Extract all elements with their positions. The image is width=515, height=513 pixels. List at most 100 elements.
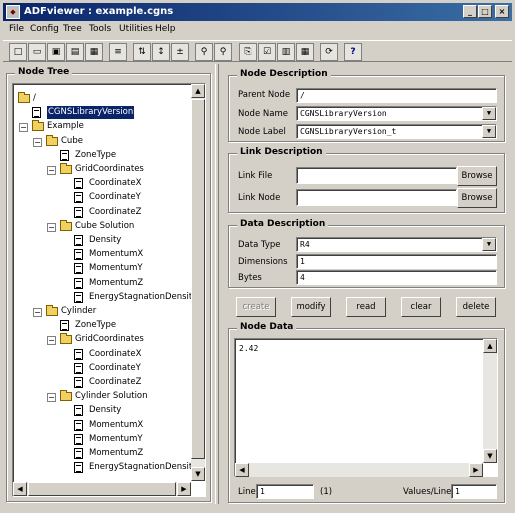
tree-row[interactable]: CoordinateZ: [13, 376, 189, 389]
tree-row[interactable]: MomentumX: [13, 248, 189, 261]
modify-button[interactable]: modify: [291, 297, 331, 317]
line-field[interactable]: 1: [256, 484, 314, 499]
node-data-vscrollbar[interactable]: ▲ ▼: [483, 339, 497, 463]
tree-row[interactable]: MomentumY: [13, 433, 189, 446]
find-next-icon[interactable]: ⚲: [214, 43, 232, 61]
node-tree-view[interactable]: / CGNSLibraryVersion − Example − Cube ZoneType…: [12, 83, 206, 497]
menu-tree[interactable]: Tree: [63, 24, 82, 34]
tree-row[interactable]: CGNSLibraryVersion: [13, 106, 189, 120]
tree-row[interactable]: − Cube: [13, 134, 189, 148]
minimize-button[interactable]: _: [463, 5, 477, 18]
document-icon: [74, 277, 83, 289]
grid-icon[interactable]: ▦: [296, 43, 314, 61]
plot-icon[interactable]: ▥: [277, 43, 295, 61]
bytes-field[interactable]: 4: [296, 270, 497, 285]
tree-row[interactable]: − GridCoordinates: [13, 163, 189, 176]
tree-row[interactable]: MomentumZ: [13, 447, 189, 460]
create-button[interactable]: create: [236, 297, 276, 317]
new-file-icon[interactable]: □: [9, 43, 27, 61]
tree-scroll-up-button[interactable]: ▲: [191, 84, 205, 98]
collapse-toggle-icon[interactable]: −: [47, 166, 56, 175]
tree-row-label: MomentumX: [89, 419, 144, 430]
node-label-dropdown-icon[interactable]: ▼: [482, 125, 496, 138]
link-file-browse-button[interactable]: Browse: [457, 166, 497, 186]
tree-scroll-right-button[interactable]: ▶: [177, 482, 191, 496]
open-file-icon[interactable]: ▭: [28, 43, 46, 61]
read-button[interactable]: read: [346, 297, 386, 317]
node-data-text-area[interactable]: 2.42 ▲ ▼ ◀ ▶: [234, 338, 498, 477]
tree-row[interactable]: EnergyStagnationDensity: [13, 291, 197, 304]
tree-hscroll-thumb[interactable]: [28, 482, 176, 496]
tree-scroll-left-button[interactable]: ◀: [13, 482, 27, 496]
tree-vscrollbar[interactable]: ▲ ▼: [191, 84, 205, 481]
tree-scroll-down-button[interactable]: ▼: [191, 467, 205, 481]
move-node-icon[interactable]: ↕: [152, 43, 170, 61]
tree-row[interactable]: CoordinateX: [13, 348, 189, 361]
maximize-button[interactable]: □: [478, 5, 492, 18]
data-type-dropdown-icon[interactable]: ▼: [482, 238, 496, 251]
menu-config[interactable]: Config: [30, 24, 59, 34]
check-icon[interactable]: ☑: [258, 43, 276, 61]
tree-row[interactable]: − Cylinder: [13, 305, 189, 318]
tree-row[interactable]: − Cylinder Solution: [13, 390, 189, 403]
line-label: Line: [238, 487, 256, 497]
tree-row[interactable]: − Example: [13, 120, 189, 133]
menu-tools[interactable]: Tools: [89, 24, 111, 34]
refresh-icon[interactable]: ⟳: [320, 43, 338, 61]
tree-row[interactable]: − Cube Solution: [13, 219, 189, 233]
tree-row[interactable]: MomentumY: [13, 262, 189, 275]
pane-splitter[interactable]: [215, 64, 219, 504]
tree-scroll-thumb[interactable]: [191, 99, 205, 459]
menu-utilities[interactable]: Utilities: [119, 24, 153, 34]
dimensions-field[interactable]: 1: [296, 254, 497, 269]
data-scroll-down-button[interactable]: ▼: [483, 449, 497, 463]
delete-button[interactable]: delete: [456, 297, 496, 317]
menu-help[interactable]: Help: [155, 24, 176, 34]
collapse-toggle-icon[interactable]: −: [33, 308, 42, 317]
find-icon[interactable]: ⚲: [195, 43, 213, 61]
tree-row[interactable]: CoordinateX: [13, 177, 189, 190]
copy-node-icon[interactable]: ⎘: [239, 43, 257, 61]
collapse-toggle-icon[interactable]: −: [19, 123, 28, 133]
menu-file[interactable]: File: [9, 24, 24, 34]
tree-row[interactable]: − GridCoordinates: [13, 333, 189, 346]
link-node-field[interactable]: [296, 189, 457, 206]
properties-icon[interactable]: ▦: [85, 43, 103, 61]
tree-row[interactable]: MomentumX: [13, 419, 189, 432]
collapse-toggle-icon[interactable]: −: [33, 137, 42, 147]
list-view-icon[interactable]: ≡: [109, 43, 127, 61]
close-button[interactable]: ×: [495, 5, 509, 18]
data-type-combo[interactable]: R4 ▼: [296, 237, 497, 252]
link-file-field[interactable]: [296, 167, 457, 184]
tree-row[interactable]: CoordinateY: [13, 362, 189, 375]
collapse-toggle-icon[interactable]: −: [47, 222, 56, 232]
tree-row[interactable]: EnergyStagnationDensity: [13, 461, 197, 474]
tree-row[interactable]: ZoneType: [13, 149, 189, 162]
node-data-hscrollbar[interactable]: ◀ ▶: [235, 463, 483, 477]
help-icon[interactable]: ?: [344, 43, 362, 61]
tree-row[interactable]: CoordinateY: [13, 191, 189, 204]
save-as-icon[interactable]: ▤: [66, 43, 84, 61]
tree-row[interactable]: MomentumZ: [13, 277, 189, 290]
data-scroll-left-button[interactable]: ◀: [235, 463, 249, 477]
link-node-browse-button[interactable]: Browse: [457, 188, 497, 208]
collapse-toggle-icon[interactable]: −: [47, 336, 56, 346]
sort-icon[interactable]: ⇅: [133, 43, 151, 61]
tree-row[interactable]: /: [13, 92, 189, 105]
parent-node-field[interactable]: /: [296, 88, 497, 103]
tree-row[interactable]: Density: [13, 234, 189, 247]
tree-row[interactable]: Density: [13, 404, 189, 417]
clear-button[interactable]: clear: [401, 297, 441, 317]
node-name-dropdown-icon[interactable]: ▼: [482, 107, 496, 120]
data-scroll-up-button[interactable]: ▲: [483, 339, 497, 353]
tree-row[interactable]: CoordinateZ: [13, 206, 189, 219]
tree-row[interactable]: ZoneType: [13, 319, 189, 332]
tree-hscrollbar[interactable]: ◀ ▶: [13, 482, 191, 496]
save-file-icon[interactable]: ▣: [47, 43, 65, 61]
numbers-icon[interactable]: ±: [171, 43, 189, 61]
data-scroll-right-button[interactable]: ▶: [469, 463, 483, 477]
values-per-line-field[interactable]: 1: [451, 484, 497, 499]
node-name-combo[interactable]: CGNSLibraryVersion ▼: [296, 106, 497, 121]
collapse-toggle-icon[interactable]: −: [47, 393, 56, 403]
node-label-combo[interactable]: CGNSLibraryVersion_t ▼: [296, 124, 497, 139]
